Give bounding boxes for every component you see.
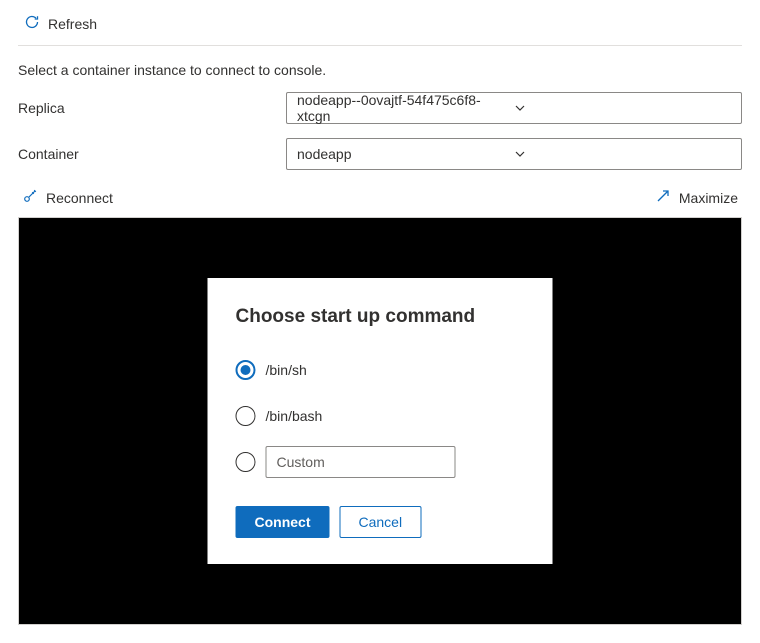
radio-binsh-label: /bin/sh (266, 362, 307, 378)
refresh-icon (24, 14, 40, 33)
maximize-label: Maximize (679, 190, 738, 206)
startup-command-dialog: Choose start up command /bin/sh /bin/bas… (208, 278, 553, 564)
connect-button[interactable]: Connect (236, 506, 330, 538)
radio-binsh[interactable] (236, 360, 256, 380)
radio-custom[interactable] (236, 452, 256, 472)
container-select[interactable]: nodeapp (286, 138, 742, 170)
reconnect-icon (22, 188, 38, 207)
replica-select-value: nodeapp--0ovajtf-54f475c6f8-xtcgn (297, 92, 514, 124)
terminal-area: Choose start up command /bin/sh /bin/bas… (18, 217, 742, 625)
refresh-button[interactable]: Refresh (18, 10, 742, 46)
container-select-value: nodeapp (297, 146, 514, 162)
chevron-down-icon (514, 148, 731, 160)
chevron-down-icon (514, 102, 731, 114)
dialog-title: Choose start up command (236, 306, 525, 328)
replica-label: Replica (18, 100, 286, 116)
maximize-button[interactable]: Maximize (655, 188, 738, 207)
custom-command-input[interactable] (266, 446, 456, 478)
replica-select[interactable]: nodeapp--0ovajtf-54f475c6f8-xtcgn (286, 92, 742, 124)
radio-binbash[interactable] (236, 406, 256, 426)
refresh-label: Refresh (48, 16, 97, 32)
reconnect-button[interactable]: Reconnect (22, 188, 113, 207)
container-label: Container (18, 146, 286, 162)
radio-binbash-label: /bin/bash (266, 408, 323, 424)
instruction-text: Select a container instance to connect t… (18, 62, 742, 78)
cancel-button[interactable]: Cancel (340, 506, 422, 538)
reconnect-label: Reconnect (46, 190, 113, 206)
maximize-icon (655, 188, 671, 207)
